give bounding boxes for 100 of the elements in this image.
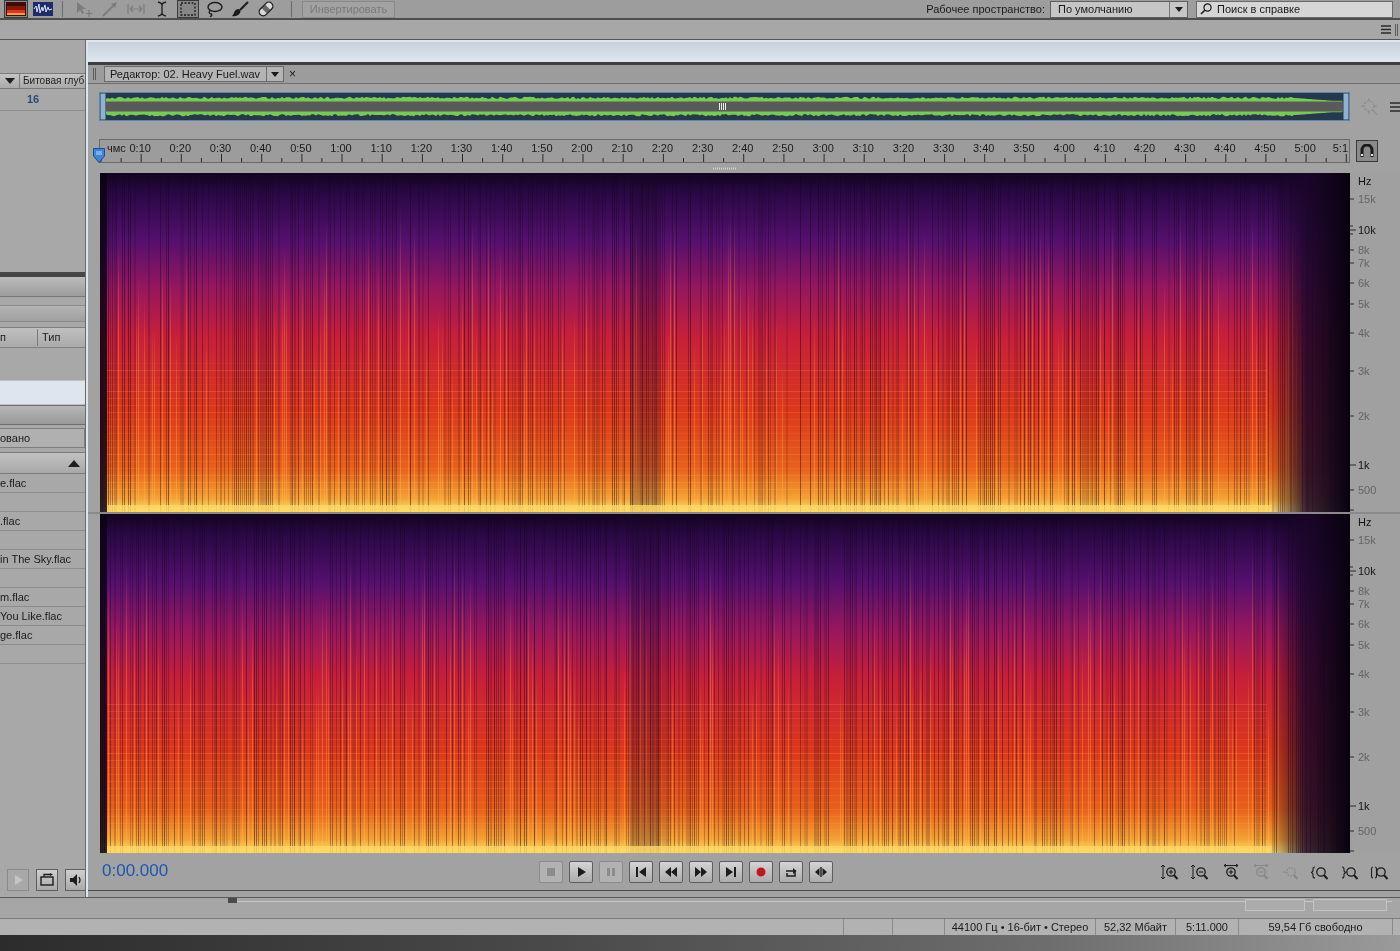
loop-icon xyxy=(40,873,54,887)
ruler-label: 2:40 xyxy=(732,142,754,154)
axis-label: 1k xyxy=(1358,459,1370,471)
autoplay-button[interactable] xyxy=(65,869,85,891)
menu-icon[interactable] xyxy=(1381,25,1391,34)
blade-icon xyxy=(101,1,119,17)
ruler-label: 1:00 xyxy=(330,142,352,154)
axis-label: 4k xyxy=(1358,668,1370,680)
sort-arrow-icon[interactable] xyxy=(68,459,80,467)
overview-waveform[interactable] xyxy=(99,92,1350,121)
axis-unit: Hz xyxy=(1358,516,1372,528)
ruler-label: 3:30 xyxy=(932,142,955,154)
bandage-icon xyxy=(257,1,275,17)
time-display: 0:00.000 xyxy=(102,861,169,881)
status-text: 52,32 Мбайт xyxy=(1103,921,1168,933)
brush-icon xyxy=(231,1,249,17)
ruler-label: 2:50 xyxy=(772,142,794,154)
skip-selection-button[interactable] xyxy=(809,860,833,883)
axis-label: 7k xyxy=(1358,598,1370,610)
axis-label: 500 xyxy=(1358,484,1377,496)
column-header[interactable]: п xyxy=(0,329,37,346)
record-button[interactable] xyxy=(749,860,773,883)
loop-button[interactable] xyxy=(779,860,803,883)
gripper-icon[interactable] xyxy=(1395,23,1398,36)
ruler-label: 1:10 xyxy=(370,142,392,154)
splitter-handle[interactable] xyxy=(228,898,237,903)
split-arrows-icon xyxy=(814,864,828,879)
ruler-label: 2:20 xyxy=(651,142,674,154)
bracket-magnifier-icon[interactable] xyxy=(1310,863,1330,880)
spectrogram-view-icon xyxy=(6,2,26,16)
grip-icon[interactable] xyxy=(719,103,726,110)
status-text: 5:11.000 xyxy=(1186,921,1228,933)
ruler-label: 3:10 xyxy=(852,142,874,154)
amplitude-zoom-out-icon[interactable] xyxy=(1190,863,1210,880)
axis-unit: Hz xyxy=(1358,175,1372,187)
caret-icon[interactable] xyxy=(5,78,15,84)
tool-button[interactable] xyxy=(229,0,251,18)
status-text: 44100 Гц • 16-бит • Стерео xyxy=(951,921,1089,933)
ruler-label: 1:30 xyxy=(450,142,473,154)
axis-label: 3k xyxy=(1358,365,1370,377)
brackets-magnifier-icon[interactable] xyxy=(1370,863,1390,880)
file-name[interactable]: m.flac xyxy=(0,588,30,606)
speaker-icon xyxy=(69,873,83,887)
ruler-label: 0:10 xyxy=(129,142,151,154)
axis-label: 5k xyxy=(1358,639,1370,651)
column-header[interactable]: Тип xyxy=(37,329,61,346)
ruler-label: 1:20 xyxy=(410,142,433,154)
grip-icon[interactable] xyxy=(712,166,737,170)
file-name[interactable]: ge.flac xyxy=(0,626,33,644)
ruler-label: 0:50 xyxy=(290,142,312,154)
arrow-cross-icon xyxy=(75,1,93,17)
snap-button[interactable] xyxy=(1356,140,1378,162)
skip-to-end-button[interactable] xyxy=(719,860,743,883)
help-search-field[interactable]: Поиск в справке xyxy=(1196,0,1393,18)
file-name[interactable]: .flac xyxy=(0,512,21,530)
waveform-view-icon xyxy=(33,2,53,16)
ruler-label: 3:00 xyxy=(812,142,834,154)
axis-label: 10k xyxy=(1358,224,1376,236)
axis-label: 5k xyxy=(1358,298,1370,310)
workspace-dropdown[interactable]: По умолчанию xyxy=(1050,0,1188,18)
skip-to-start-button[interactable] xyxy=(629,860,653,883)
amplitude-zoom-in-icon[interactable] xyxy=(1160,863,1180,880)
file-name[interactable]: in The Sky.flac xyxy=(0,550,72,568)
editor-tab[interactable]: Редактор: 02. Heavy Fuel.wav xyxy=(104,66,285,82)
table-cell-text: 16 xyxy=(27,92,40,108)
ruler-label: 0:30 xyxy=(209,142,232,154)
workspace-label: Рабочее пространство: xyxy=(926,1,1045,17)
axis-label: 7k xyxy=(1358,257,1370,269)
gripper-icon[interactable] xyxy=(93,68,96,80)
skip-forward-icon xyxy=(724,864,738,879)
view-button[interactable] xyxy=(31,0,55,18)
time-ruler[interactable]: чмс 0:10 0:20 0:30 0:40 0:50 1:00 1:10 1:20 1:30 1:40 1:50 2:00 2:10 2:20 2:30 2:40 2:50 3:00 3:10 3:20 3:30 3:40 3:50 4:00 4:10 4:20 4:30 4:40 4:50 5:00 5:1 xyxy=(99,139,1350,163)
play-button[interactable] xyxy=(569,860,593,883)
range-handle[interactable] xyxy=(100,93,106,120)
dashed-rectangle-icon xyxy=(179,1,197,17)
bracket-magnifier-icon[interactable] xyxy=(1340,863,1360,880)
ruler-label: 1:50 xyxy=(531,142,553,154)
axis-label: 10k xyxy=(1358,565,1376,577)
loop-button[interactable] xyxy=(36,869,58,891)
filter-field[interactable]: овано xyxy=(0,428,85,448)
ruler-label: 3:50 xyxy=(1013,142,1035,154)
caret-icon xyxy=(1174,6,1183,12)
ruler-label: 1:40 xyxy=(491,142,513,154)
close-button[interactable]: × xyxy=(287,68,299,80)
caret-icon xyxy=(271,71,280,77)
skip-back-icon xyxy=(634,864,648,879)
fast-forward-button[interactable] xyxy=(689,860,713,883)
ruler-label: чмс xyxy=(107,142,126,154)
menu-icon[interactable] xyxy=(1390,100,1400,113)
range-handle[interactable] xyxy=(1343,93,1349,120)
view-button[interactable] xyxy=(4,0,28,18)
ruler-label: 4:00 xyxy=(1053,142,1075,154)
playhead-handle[interactable] xyxy=(93,148,105,163)
file-name[interactable]: You Like.flac xyxy=(0,607,62,625)
file-name[interactable]: e.flac xyxy=(0,474,27,492)
magnet-icon xyxy=(1360,144,1374,158)
rewind-button[interactable] xyxy=(659,860,683,883)
axis-label: 8k xyxy=(1358,244,1370,256)
ruler-label: 0:20 xyxy=(169,142,191,154)
lasso-icon xyxy=(205,1,223,17)
